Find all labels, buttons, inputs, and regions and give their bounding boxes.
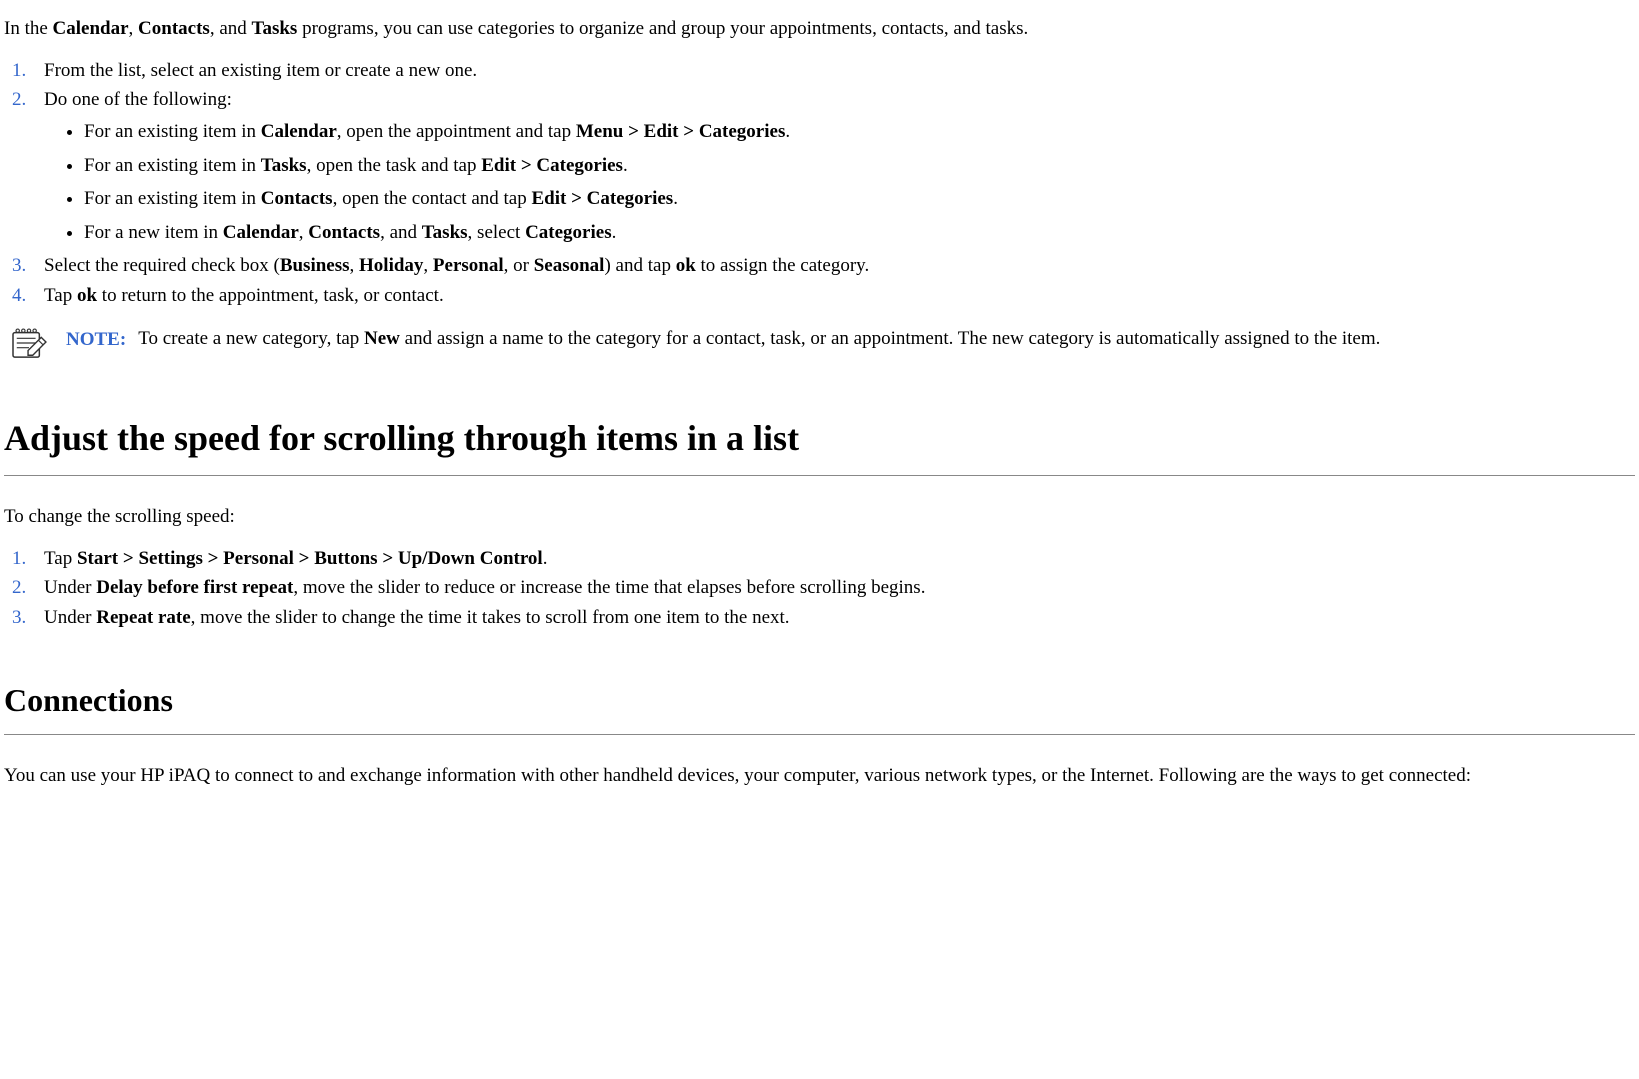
strong: Repeat rate: [96, 607, 190, 628]
text: , move the slider to reduce or increase …: [293, 577, 925, 598]
text: .: [623, 155, 628, 176]
text: to assign the category.: [696, 255, 869, 276]
step-text: Do one of the following:: [44, 89, 232, 110]
section2-intro: To change the scrolling speed:: [4, 504, 1635, 530]
text: Tap: [44, 548, 77, 569]
text: For a new item in: [84, 222, 223, 243]
text: ) and tap: [604, 255, 675, 276]
step-2: Do one of the following: For an existing…: [44, 87, 1635, 245]
strong: Edit > Categories: [531, 188, 673, 209]
text: .: [785, 121, 790, 142]
text: , or: [504, 255, 534, 276]
note-icon: [10, 327, 48, 359]
text: ,: [350, 255, 360, 276]
strong: Holiday: [359, 255, 423, 276]
step-4: Tap ok to return to the appointment, tas…: [44, 283, 1635, 309]
text: ,: [129, 18, 139, 39]
bullet-4: For a new item in Calendar, Contacts, an…: [84, 220, 1635, 246]
app-tasks: Tasks: [252, 18, 298, 39]
text: , move the slider to change the time it …: [191, 607, 790, 628]
strong: Tasks: [422, 222, 468, 243]
text: In the: [4, 18, 53, 39]
text: For an existing item in: [84, 121, 261, 142]
strong: Business: [280, 255, 350, 276]
step-text: From the list, select an existing item o…: [44, 60, 477, 81]
text: Under: [44, 577, 96, 598]
note-label-cell: NOTE:: [66, 327, 138, 367]
text: ,: [423, 255, 433, 276]
sub-bullets: For an existing item in Calendar, open t…: [44, 119, 1635, 246]
note-icon-cell: [10, 327, 66, 367]
bullet-3: For an existing item in Contacts, open t…: [84, 186, 1635, 212]
text: .: [612, 222, 617, 243]
step-3: Under Repeat rate, move the slider to ch…: [44, 605, 1635, 631]
text: For an existing item in: [84, 188, 261, 209]
strong: Delay before first repeat: [96, 577, 293, 598]
text: , open the task and tap: [307, 155, 482, 176]
strong: Contacts: [308, 222, 380, 243]
text: Select the required check box (: [44, 255, 280, 276]
section3-intro: You can use your HP iPAQ to connect to a…: [4, 763, 1635, 789]
app-contacts: Contacts: [138, 18, 210, 39]
step-1: From the list, select an existing item o…: [44, 58, 1635, 84]
text: To create a new category, tap: [138, 328, 364, 349]
step-2: Under Delay before first repeat, move th…: [44, 575, 1635, 601]
strong: Personal: [433, 255, 504, 276]
text: For an existing item in: [84, 155, 261, 176]
text: , and: [210, 18, 252, 39]
app-calendar: Calendar: [53, 18, 129, 39]
step-3: Select the required check box (Business,…: [44, 253, 1635, 279]
section-title-scrolling: Adjust the speed for scrolling through i…: [4, 414, 1635, 463]
strong: Categories: [525, 222, 612, 243]
steps-list-1: From the list, select an existing item o…: [4, 58, 1635, 309]
strong: Calendar: [223, 222, 299, 243]
section-title-connections: Connections: [4, 679, 1635, 722]
text: , open the appointment and tap: [337, 121, 576, 142]
document-page: In the Calendar, Contacts, and Tasks pro…: [4, 16, 1635, 788]
intro-paragraph: In the Calendar, Contacts, and Tasks pro…: [4, 16, 1635, 42]
strong: Calendar: [261, 121, 337, 142]
text: programs, you can use categories to orga…: [297, 18, 1028, 39]
note-label: NOTE:: [66, 329, 126, 350]
bullet-2: For an existing item in Tasks, open the …: [84, 153, 1635, 179]
text: ,: [299, 222, 309, 243]
text: .: [543, 548, 548, 569]
strong: Menu > Edit > Categories: [576, 121, 786, 142]
text: , select: [468, 222, 526, 243]
strong: Start > Settings > Personal > Buttons > …: [77, 548, 543, 569]
text: , open the contact and tap: [333, 188, 532, 209]
strong: New: [364, 328, 400, 349]
text: to return to the appointment, task, or c…: [97, 285, 444, 306]
strong: Contacts: [261, 188, 333, 209]
text: and assign a name to the category for a …: [400, 328, 1380, 349]
bullet-1: For an existing item in Calendar, open t…: [84, 119, 1635, 145]
text: .: [673, 188, 678, 209]
step-1: Tap Start > Settings > Personal > Button…: [44, 546, 1635, 572]
strong: Seasonal: [534, 255, 605, 276]
text: Tap: [44, 285, 77, 306]
strong: Tasks: [261, 155, 307, 176]
strong: ok: [676, 255, 696, 276]
section-divider: [4, 734, 1635, 735]
text: , and: [380, 222, 422, 243]
strong: ok: [77, 285, 97, 306]
steps-list-2: Tap Start > Settings > Personal > Button…: [4, 546, 1635, 631]
section-divider: [4, 475, 1635, 476]
text: Under: [44, 607, 96, 628]
note-block: NOTE: To create a new category, tap New …: [10, 327, 1392, 367]
strong: Edit > Categories: [481, 155, 623, 176]
note-body: To create a new category, tap New and as…: [138, 327, 1392, 367]
